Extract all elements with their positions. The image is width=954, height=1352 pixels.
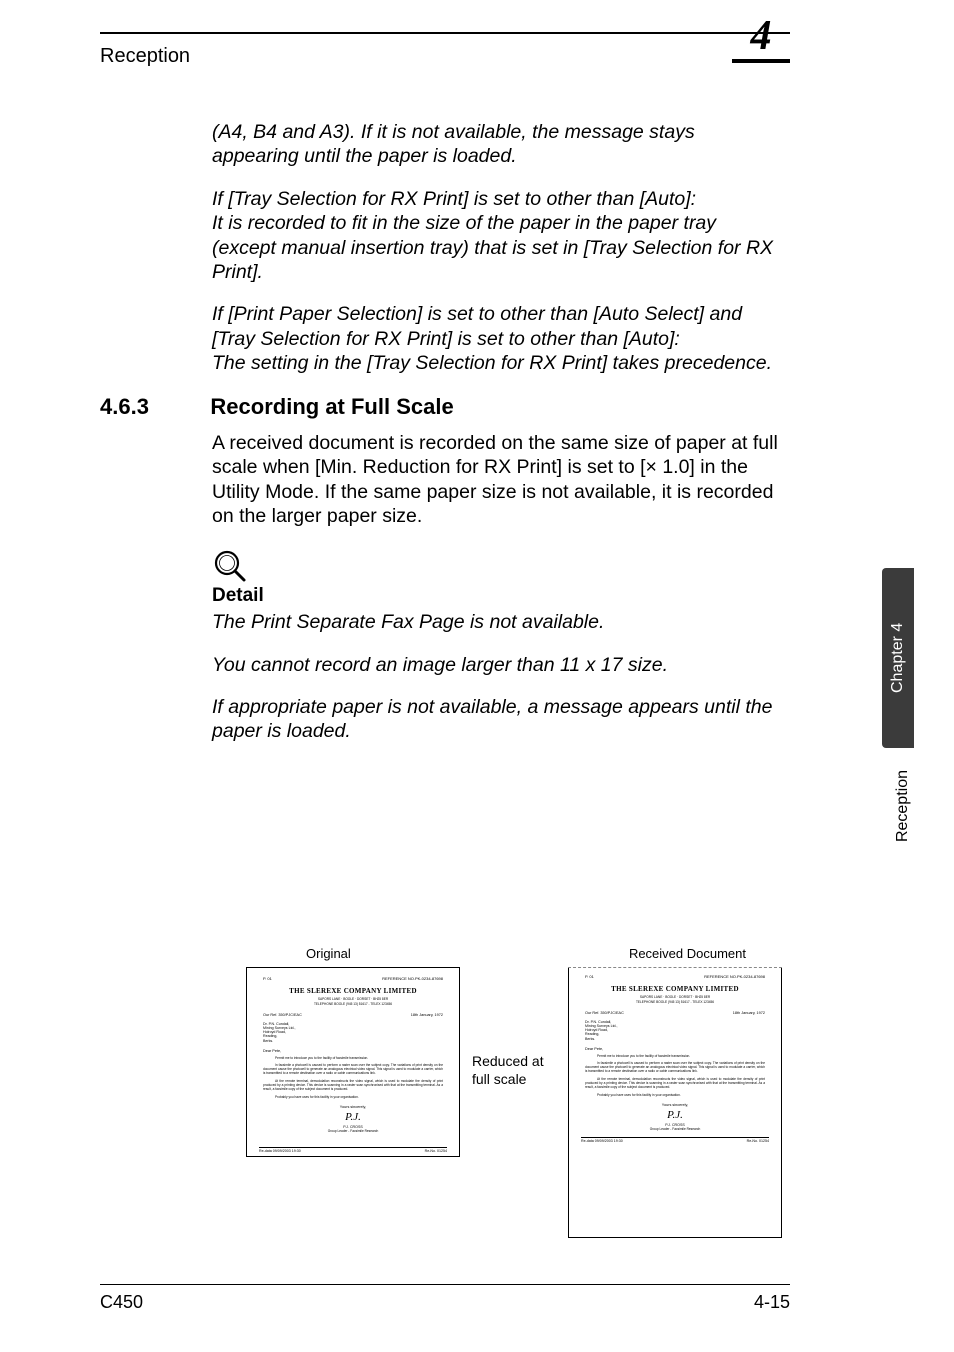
diagram: Original Received Document P. 01REFERENC… [246, 946, 786, 1238]
original-document: P. 01REFERENCE NO.PK-0234-87698 THE SLER… [246, 967, 460, 1157]
section-number: 4.6.3 [100, 393, 205, 421]
detail-block: The Print Separate Fax Page is not avail… [212, 610, 780, 744]
diagram-label-received: Received Document [629, 946, 746, 961]
detail-p1: The Print Separate Fax Page is not avail… [212, 610, 780, 634]
received-document: P. 01REFERENCE NO.PK-0234-87698 THE SLER… [568, 968, 782, 1238]
section-title: Recording at Full Scale [210, 393, 453, 421]
note-block-1: (A4, B4 and A3). If it is not available,… [212, 120, 780, 375]
doc-address: Dr. P.N. Cundall, Mining Surveys Ltd., H… [263, 1022, 443, 1043]
section-paragraph: A received document is recorded on the s… [212, 431, 780, 529]
footer-model: C450 [100, 1292, 143, 1313]
detail-p2: You cannot record an image larger than 1… [212, 653, 780, 677]
detail-p3: If appropriate paper is not available, a… [212, 695, 780, 744]
diagram-mid-label: Reduced at full scale [460, 967, 568, 1088]
chapter-number-badge: 4 [732, 15, 790, 63]
footer-page-number: 4-15 [754, 1292, 790, 1313]
running-head: Reception [100, 45, 190, 68]
note1-line1: (A4, B4 and A3). If it is not available,… [212, 120, 780, 169]
note1-group2: If [Tray Selection for RX Print] is set … [212, 187, 780, 285]
side-section-label: Reception [894, 770, 912, 842]
chapter-tab: Chapter 4 [882, 568, 914, 748]
note1-group3: If [Print Paper Selection] is set to oth… [212, 302, 780, 375]
chapter-tab-label: Chapter 4 [882, 568, 914, 748]
detail-label: Detail [212, 584, 780, 608]
magnifier-icon [212, 548, 780, 584]
diagram-label-original: Original [306, 946, 351, 961]
chapter-number: 4 [732, 15, 790, 57]
section-heading: 4.6.3 Recording at Full Scale [100, 393, 780, 421]
